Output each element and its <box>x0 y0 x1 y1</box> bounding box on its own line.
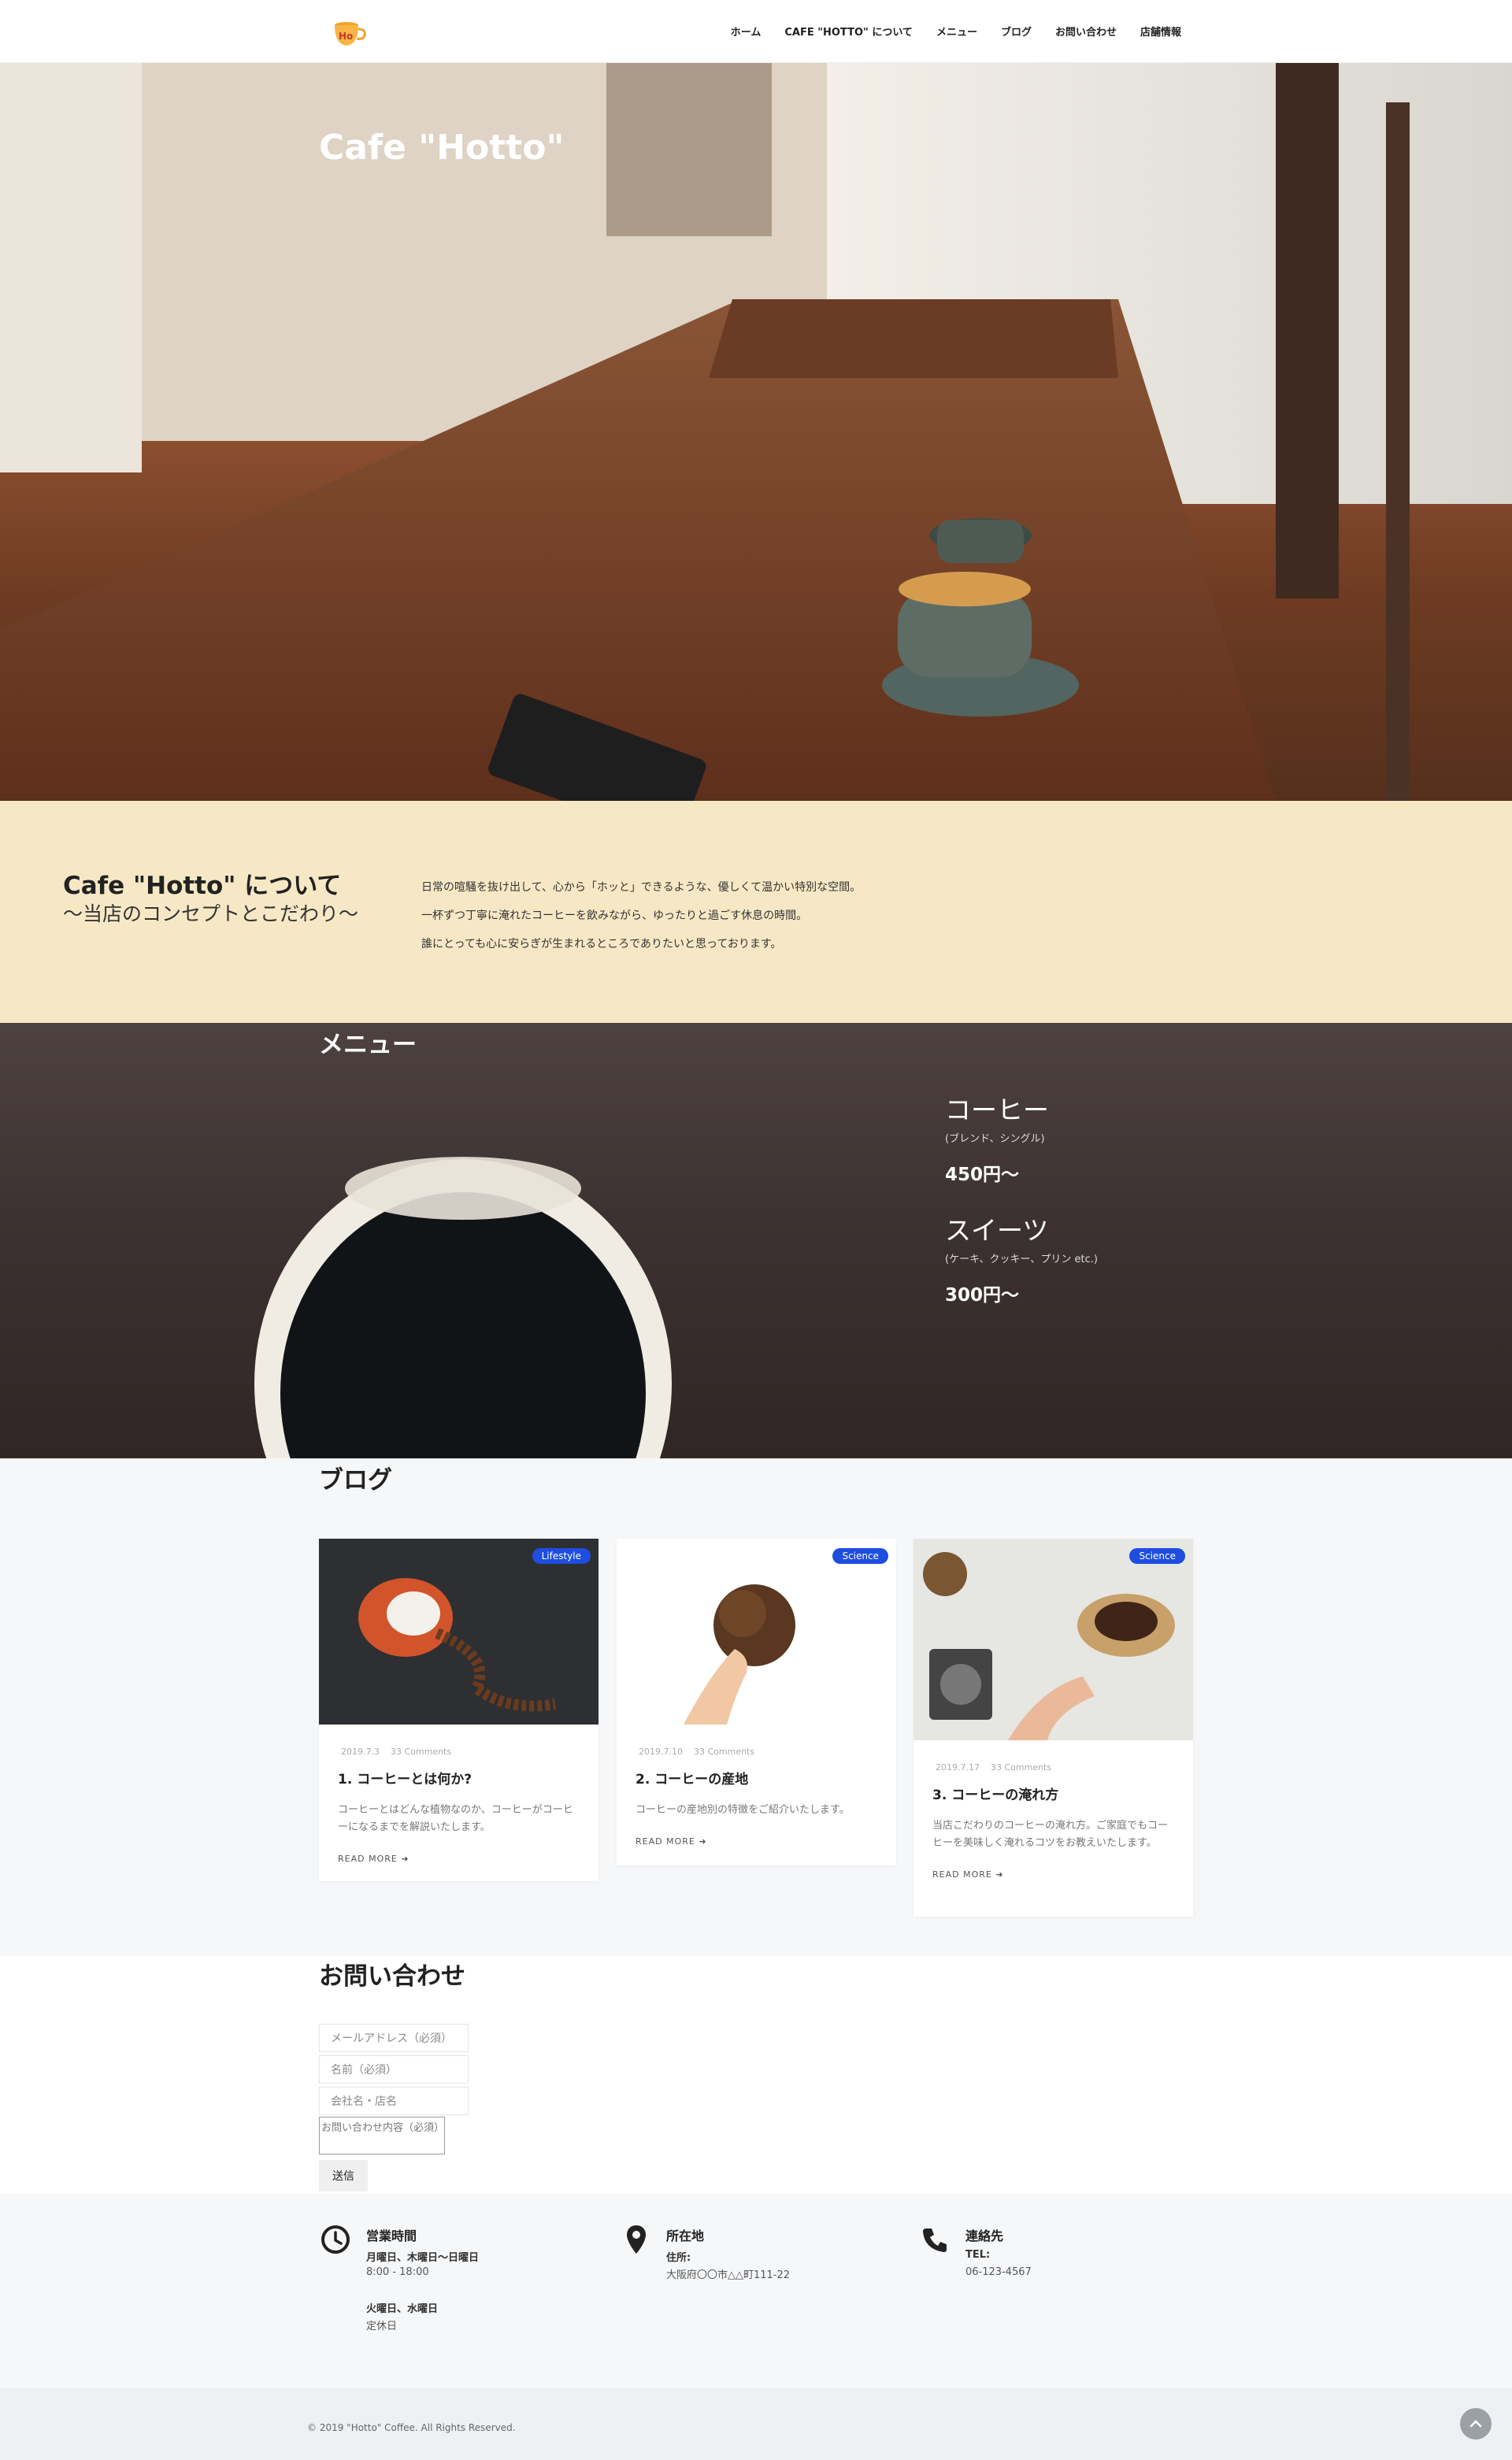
read-more-label: READ MORE <box>636 1836 695 1847</box>
email-field[interactable] <box>319 2024 469 2052</box>
about-line: 日常の喧騒を抜け出して、心から「ホッと」できるような、優しくて温かい特別な空間。 <box>421 881 862 894</box>
tel-value[interactable]: 06-123-4567 <box>965 2266 1032 2278</box>
nav-contact[interactable]: お問い合わせ <box>1055 24 1117 39</box>
company-field[interactable] <box>319 2087 469 2115</box>
tel-label: TEL: <box>965 2249 991 2261</box>
blog-section: ブログ Lifestyle 2019.7.3 33 Comments 1. コー… <box>0 1458 1512 1956</box>
coffee-cup-photo <box>254 1157 672 1458</box>
read-more-label: READ MORE <box>338 1854 398 1864</box>
menu-item-coffee: コーヒー (ブレンド、シングル) 450円〜 <box>945 1089 1049 1186</box>
coffee-cup-spill-photo <box>358 1578 557 1712</box>
arrow-right-icon: ➜ <box>995 1869 1004 1880</box>
contact-title: お問い合わせ <box>319 1962 465 1991</box>
store-info-section: 営業時間 月曜日、木曜日〜日曜日 8:00 - 18:00 火曜日、水曜日 定休… <box>0 2194 1512 2388</box>
menu-item-name: スイーツ <box>945 1215 1049 1246</box>
hero-section: Cafe "Hotto" <box>0 63 1512 801</box>
blog-category-badge[interactable]: Lifestyle <box>532 1548 591 1564</box>
hero-title: Cafe "Hotto" <box>319 128 565 168</box>
blog-card[interactable]: Science 2019.7.10 33 Comments 2. コーヒーの産地… <box>617 1539 896 1865</box>
menu-item-price: 450円〜 <box>945 1165 1020 1185</box>
blog-card-image[interactable]: Science <box>914 1539 1193 1740</box>
blog-card-excerpt: コーヒーの産地別の特徴をご紹介いたします。 <box>636 1804 850 1816</box>
blog-category-badge[interactable]: Science <box>832 1548 888 1564</box>
blog-date: 2019.7.10 <box>639 1747 683 1757</box>
blog-card-excerpt: コーヒーとはどんな植物なのか、コーヒーがコーヒーになるまでを解説いたします。 <box>338 1804 573 1833</box>
blog-meta: 2019.7.10 33 Comments <box>639 1747 896 1757</box>
contact-info-title: 連絡先 <box>965 2228 1004 2243</box>
menu-item-desc: (ブレンド、シングル) <box>945 1133 1045 1145</box>
clock-icon <box>321 2225 350 2254</box>
about-text: 日常の喧騒を抜け出して、心から「ホッと」できるような、優しくて温かい特別な空間。… <box>421 873 861 958</box>
menu-section: メニュー コーヒー (ブレンド、シングル) 450円〜 スイーツ (ケーキ、クッ… <box>0 1023 1512 1458</box>
menu-item-sweets: スイーツ (ケーキ、クッキー、プリン etc.) 300円〜 <box>945 1210 1098 1306</box>
phone-icon <box>923 2228 947 2252</box>
hours-days-open: 月曜日、木曜日〜日曜日 <box>366 2252 480 2264</box>
page: Ho ホーム CAFE "HOTTO" について メニュー ブログ お問い合わせ… <box>0 0 1512 2460</box>
nav-about[interactable]: CAFE "HOTTO" について <box>784 24 913 39</box>
blog-card-image[interactable]: Lifestyle <box>319 1539 598 1725</box>
about-line: 誰にとっても心に安らぎが生まれるところでありたいと思っております。 <box>421 938 782 950</box>
read-more-label: READ MORE <box>932 1869 992 1880</box>
nav-home[interactable]: ホーム <box>731 24 762 39</box>
blog-date: 2019.7.3 <box>341 1747 380 1757</box>
copyright-text: © 2019 "Hotto" Coffee. All Rights Reserv… <box>307 2422 516 2433</box>
cafe-logo-icon[interactable]: Ho <box>329 17 369 49</box>
hours-days-closed: 火曜日、水曜日 <box>366 2303 439 2315</box>
menu-item-name: コーヒー <box>945 1095 1049 1125</box>
name-field[interactable] <box>319 2055 469 2084</box>
site-footer: © 2019 "Hotto" Coffee. All Rights Reserv… <box>0 2388 1512 2460</box>
blog-card-title[interactable]: 3. コーヒーの淹れ方 <box>932 1784 1193 1803</box>
nav-menu[interactable]: メニュー <box>936 24 977 39</box>
menu-title: メニュー <box>319 1031 417 1059</box>
coffee-brewing-photo <box>923 1552 1175 1740</box>
address-label: 住所: <box>666 2252 691 2264</box>
nav-blog[interactable]: ブログ <box>1001 24 1032 39</box>
hours-title: 営業時間 <box>366 2228 417 2243</box>
blog-meta: 2019.7.3 33 Comments <box>341 1747 598 1757</box>
logo-text: Ho <box>339 31 353 42</box>
blog-title: ブログ <box>319 1466 392 1495</box>
hero-cafe-photo <box>0 63 1512 801</box>
blog-meta: 2019.7.17 33 Comments <box>936 1762 1193 1773</box>
blog-category-badge[interactable]: Science <box>1129 1548 1185 1564</box>
read-more-link[interactable]: READ MORE ➜ <box>932 1869 1193 1880</box>
blog-comments[interactable]: 33 Comments <box>991 1762 1051 1773</box>
chevron-up-icon <box>1469 2420 1482 2428</box>
blog-card-title[interactable]: 2. コーヒーの産地 <box>636 1768 896 1788</box>
arrow-right-icon: ➜ <box>699 1836 707 1847</box>
blog-card-title[interactable]: 1. コーヒーとは何か? <box>338 1768 598 1788</box>
read-more-link[interactable]: READ MORE ➜ <box>636 1836 896 1847</box>
blog-card[interactable]: Science 2019.7.17 33 Comments 3. コーヒーの淹れ… <box>914 1539 1193 1917</box>
contact-section: お問い合わせ 送信 <box>0 1956 1512 2194</box>
arrow-right-icon: ➜ <box>401 1854 410 1864</box>
about-title: Cafe "Hotto" について <box>63 872 342 900</box>
hand-coffee-beans-photo <box>684 1584 795 1725</box>
read-more-link[interactable]: READ MORE ➜ <box>338 1854 598 1864</box>
menu-item-price: 300円〜 <box>945 1285 1020 1306</box>
blog-card-image[interactable]: Science <box>617 1539 896 1725</box>
blog-card[interactable]: Lifestyle 2019.7.3 33 Comments 1. コーヒーとは… <box>319 1539 598 1881</box>
main-nav: ホーム CAFE "HOTTO" について メニュー ブログ お問い合わせ 店舗… <box>731 24 1181 39</box>
menu-item-desc: (ケーキ、クッキー、プリン etc.) <box>945 1254 1099 1265</box>
about-section: Cafe "Hotto" について 〜当店のコンセプトとこだわり〜 日常の喧騒を… <box>0 801 1512 1023</box>
about-line: 一杯ずつ丁寧に淹れたコーヒーを飲みながら、ゆったりと過ごす休息の時間。 <box>421 910 808 922</box>
blog-date: 2019.7.17 <box>936 1762 980 1773</box>
blog-comments[interactable]: 33 Comments <box>391 1747 451 1757</box>
blog-card-excerpt: 当店こだわりのコーヒーの淹れ方。ご家庭でもコーヒーを美味しく淹れるコツをお教えい… <box>932 1820 1169 1849</box>
back-to-top-button[interactable] <box>1460 2408 1492 2440</box>
hours-closed-label: 定休日 <box>366 2321 398 2332</box>
message-textarea[interactable] <box>319 2117 445 2154</box>
hours-time: 8:00 - 18:00 <box>366 2266 429 2278</box>
blog-comments[interactable]: 33 Comments <box>694 1747 754 1757</box>
submit-button[interactable]: 送信 <box>319 2160 368 2191</box>
location-title: 所在地 <box>666 2228 705 2243</box>
map-pin-icon <box>627 2225 646 2254</box>
nav-store-info[interactable]: 店舗情報 <box>1140 24 1181 39</box>
address-value: 大阪府〇〇市△△町111-22 <box>666 2269 791 2281</box>
about-subtitle: 〜当店のコンセプトとこだわり〜 <box>63 902 359 925</box>
site-header: Ho ホーム CAFE "HOTTO" について メニュー ブログ お問い合わせ… <box>0 0 1512 63</box>
